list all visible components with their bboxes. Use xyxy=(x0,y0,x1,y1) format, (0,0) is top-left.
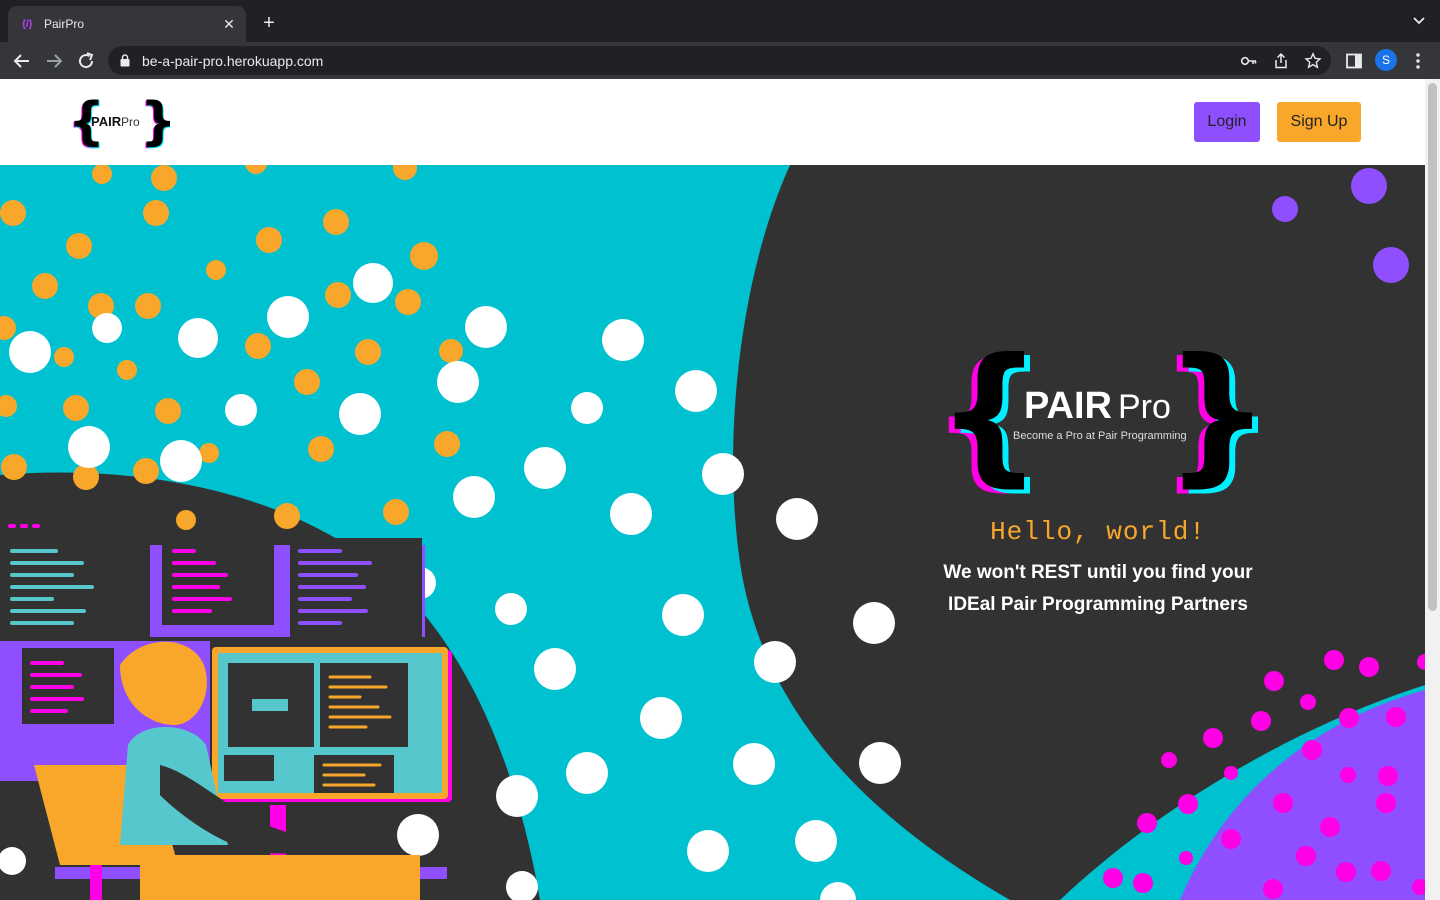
back-icon[interactable] xyxy=(10,49,34,73)
new-tab-icon[interactable]: + xyxy=(258,12,280,34)
profile-avatar[interactable]: S xyxy=(1375,49,1397,71)
bookmark-star-icon[interactable] xyxy=(1304,52,1322,70)
side-panel-icon[interactable] xyxy=(1344,51,1364,71)
scrollbar-thumb[interactable] xyxy=(1428,83,1437,611)
url-text: be-a-pair-pro.herokuapp.com xyxy=(142,53,324,69)
tagline-line-2: IDEal Pair Programming Partners xyxy=(948,594,1248,615)
lock-icon[interactable] xyxy=(120,54,130,67)
hero-banner: { { { } } } PAIR Pro Become a Pro at Pai… xyxy=(0,165,1425,900)
browser-tab-strip: {/} PairPro ✕ + xyxy=(0,0,1440,42)
svg-text:}: } xyxy=(1164,327,1271,501)
forward-icon[interactable] xyxy=(42,49,66,73)
site-navbar: { { { } } } PAIR Pro Login Sign Up xyxy=(0,79,1425,165)
close-tab-icon[interactable]: ✕ xyxy=(220,15,238,33)
hello-world-heading: Hello, world! xyxy=(990,517,1206,547)
reload-icon[interactable] xyxy=(74,49,98,73)
share-icon[interactable] xyxy=(1272,52,1290,70)
hero-tagline: We won't REST until you find your IDEal … xyxy=(928,557,1268,621)
login-button[interactable]: Login xyxy=(1194,102,1260,142)
chevron-down-icon[interactable] xyxy=(1412,14,1426,28)
menu-dots-icon[interactable] xyxy=(1408,51,1428,71)
page-viewport: { { { } } } PAIR Pro Login Sign Up xyxy=(0,79,1440,900)
sign-up-button[interactable]: Sign Up xyxy=(1277,102,1361,142)
hero-logo-main-text: PAIR xyxy=(1024,385,1112,427)
logo-main-text: PAIR xyxy=(91,114,122,129)
page-scrollbar[interactable] xyxy=(1425,79,1440,900)
browser-tab[interactable]: {/} PairPro ✕ xyxy=(8,6,246,42)
pairpro-logo[interactable]: { { { } } } PAIR Pro xyxy=(64,93,170,149)
address-bar[interactable]: be-a-pair-pro.herokuapp.com xyxy=(108,46,1331,75)
favicon-icon: {/} xyxy=(22,19,33,30)
browser-toolbar: be-a-pair-pro.herokuapp.com S xyxy=(0,42,1440,79)
tab-title: PairPro xyxy=(44,17,85,31)
hero-logo-tagline: Become a Pro at Pair Programming xyxy=(1013,430,1187,442)
key-icon[interactable] xyxy=(1240,52,1258,70)
hero-logo-sub-text: Pro xyxy=(1118,388,1171,426)
logo-sub-text: Pro xyxy=(121,115,140,129)
svg-text:}: } xyxy=(140,93,170,149)
tagline-line-1: We won't REST until you find your xyxy=(943,562,1253,583)
hero-text: Hello, world! We won't REST until you fi… xyxy=(928,517,1268,621)
